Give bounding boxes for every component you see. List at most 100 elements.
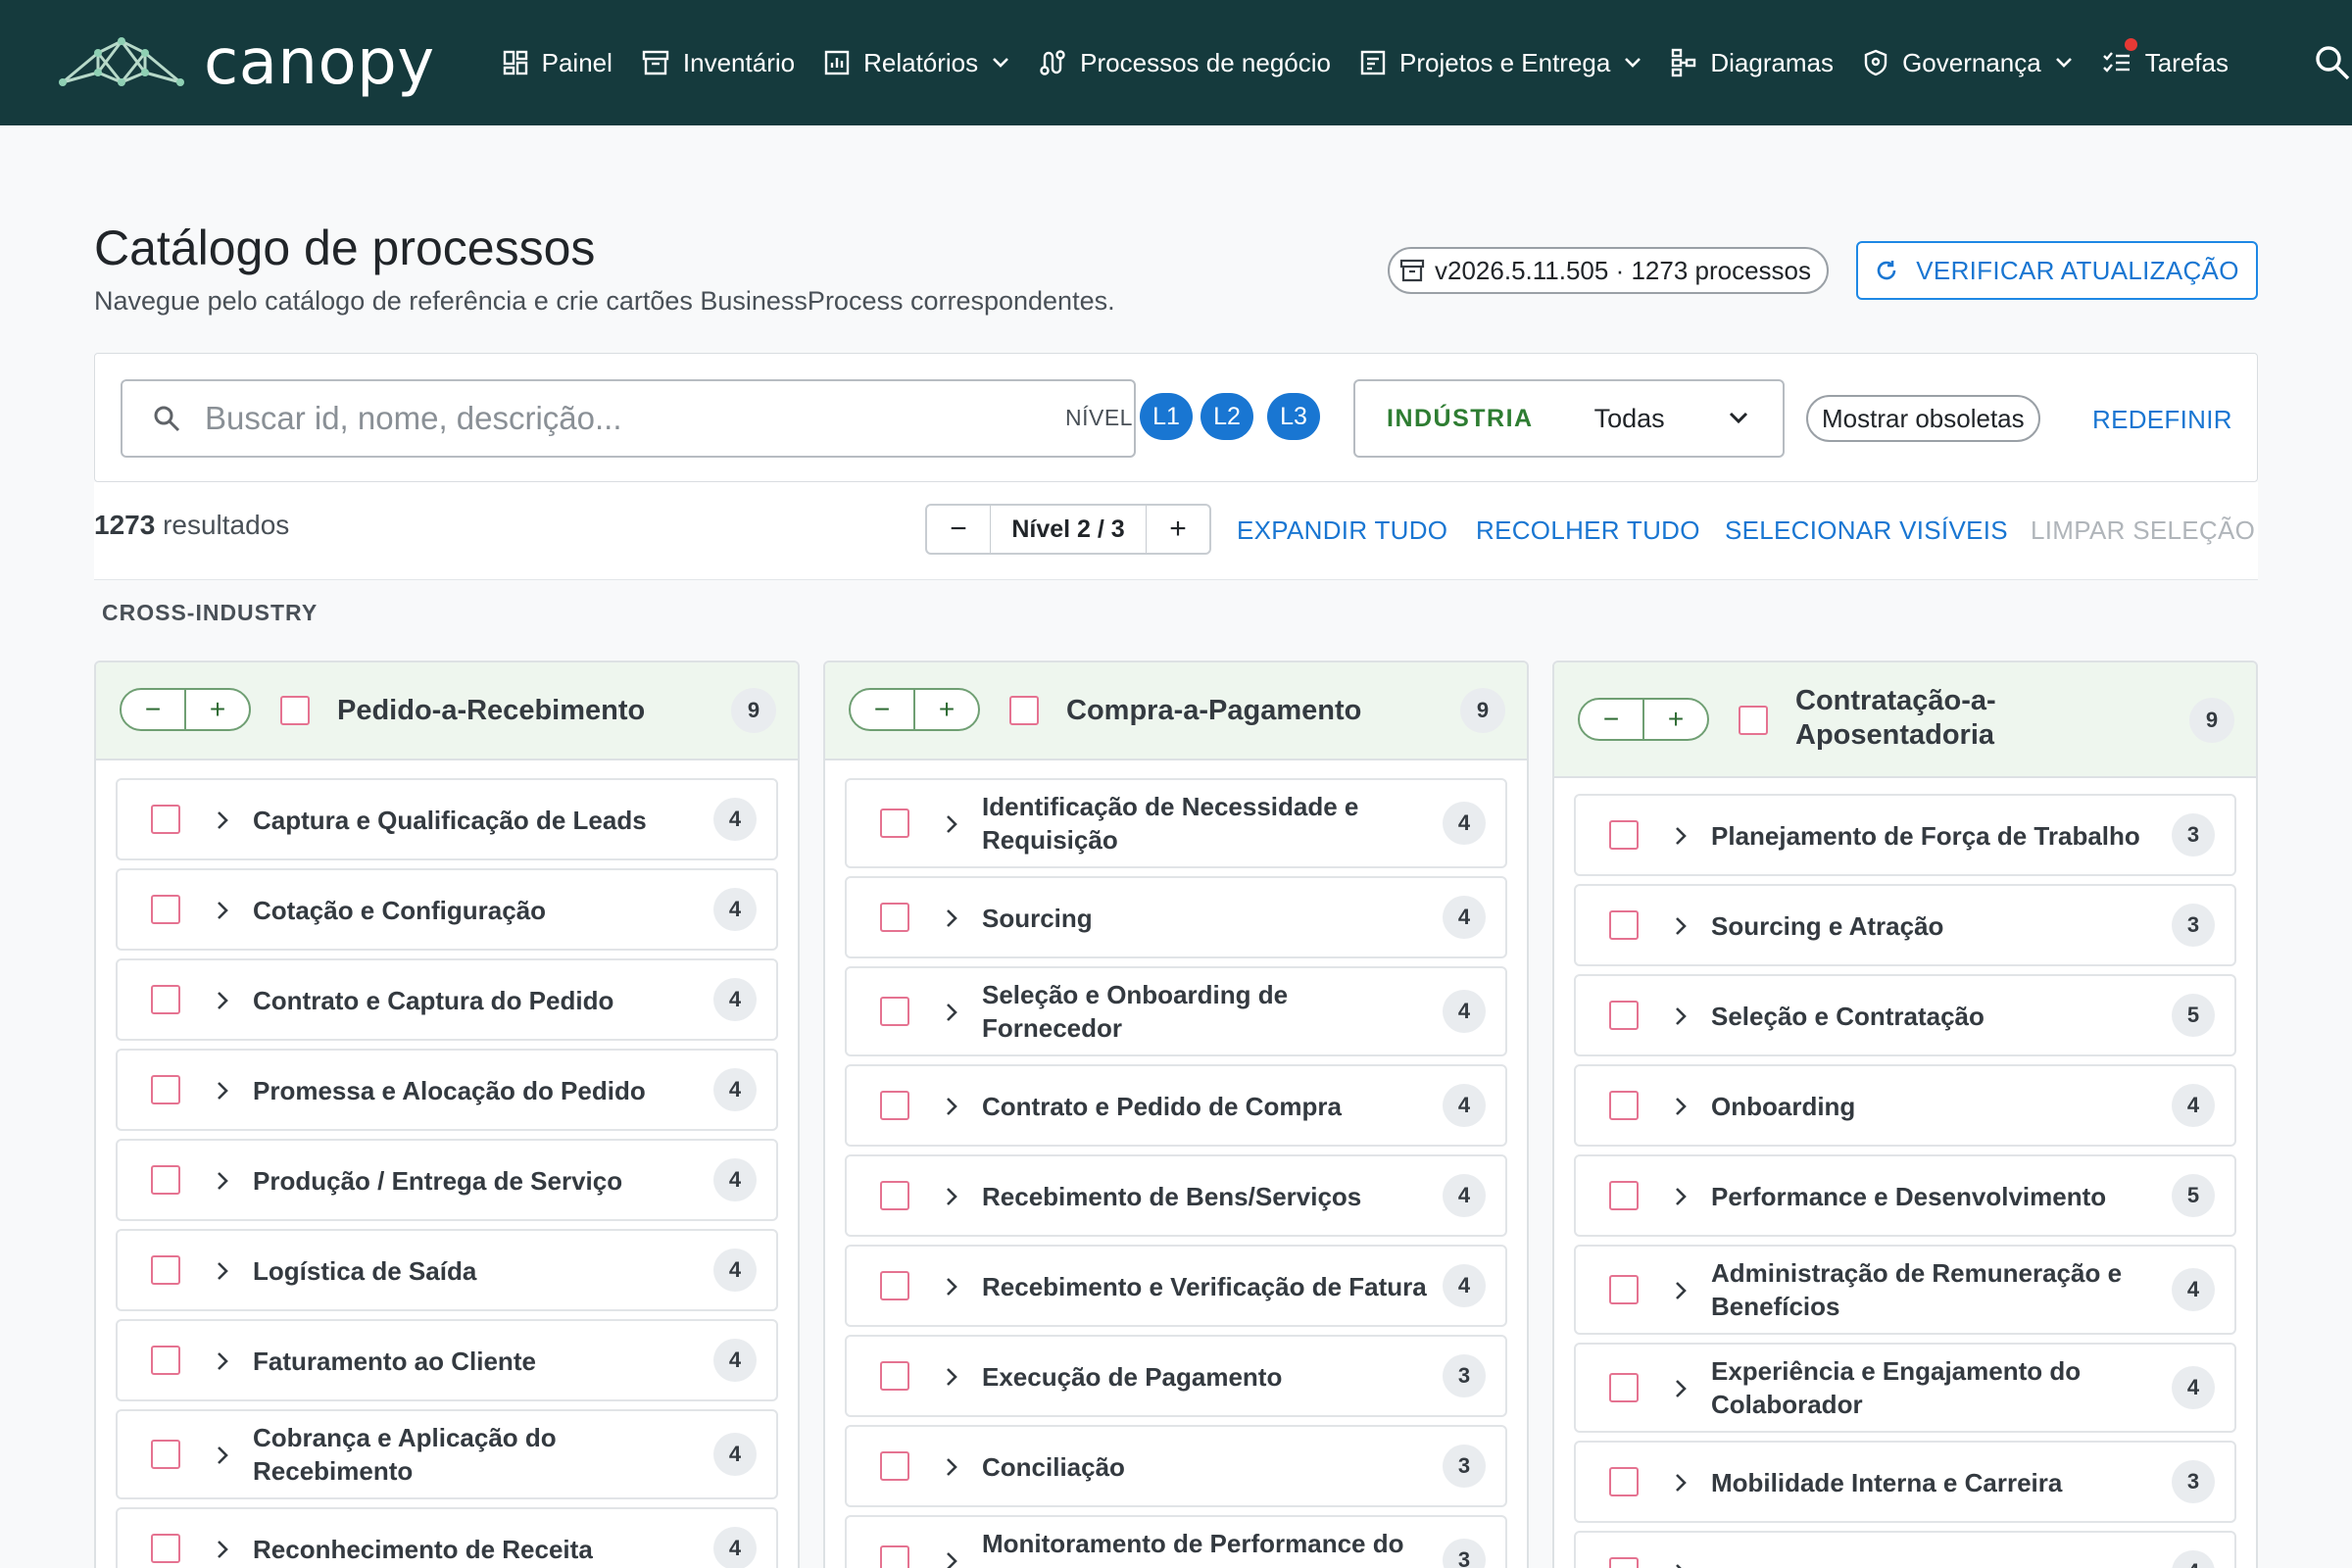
clear-selection-button[interactable]: LIMPAR SELEÇÃO [2031,515,2255,546]
chevron-right-icon[interactable] [216,1260,229,1282]
chevron-right-icon[interactable] [945,907,958,929]
column-checkbox[interactable] [280,696,310,725]
process-item[interactable]: Seleção e Contratação 5 [1574,974,2236,1056]
item-checkbox[interactable] [1609,1557,1639,1568]
chevron-right-icon[interactable] [945,1096,958,1117]
item-checkbox[interactable] [151,1440,180,1469]
chevron-right-icon[interactable] [1674,1096,1688,1117]
item-checkbox[interactable] [880,808,909,838]
search-input[interactable] [205,400,1087,437]
expand-button[interactable]: + [913,690,978,729]
process-item[interactable]: Planejamento de Força de Trabalho 3 [1574,794,2236,876]
process-item[interactable]: Contrato e Pedido de Compra 4 [845,1064,1507,1147]
reset-button[interactable]: REDEFINIR [2092,405,2232,435]
item-checkbox[interactable] [1609,1275,1639,1304]
process-item[interactable]: Mobilidade Interna e Carreira 3 [1574,1441,2236,1523]
chevron-right-icon[interactable] [1674,825,1688,847]
level-chip-l2[interactable]: L2 [1200,393,1253,440]
chevron-right-icon[interactable] [216,900,229,921]
level-increase-button[interactable]: + [1147,506,1209,553]
item-checkbox[interactable] [880,1451,909,1481]
process-item[interactable]: Execução de Pagamento 3 [845,1335,1507,1417]
item-checkbox[interactable] [880,1271,909,1300]
item-checkbox[interactable] [1609,820,1639,850]
collapse-button[interactable]: − [1580,700,1642,739]
column-checkbox[interactable] [1739,706,1768,735]
item-checkbox[interactable] [151,895,180,924]
process-item[interactable]: Conciliação 3 [845,1425,1507,1507]
item-checkbox[interactable] [880,1181,909,1210]
industry-select[interactable]: INDÚSTRIA Todas [1353,379,1785,458]
process-item[interactable]: 4 [1574,1531,2236,1568]
select-visible-button[interactable]: SELECIONAR VISÍVEIS [1725,515,2008,546]
item-checkbox[interactable] [880,1545,909,1568]
nav-item-diagramas[interactable]: Diagramas [1656,0,1848,125]
item-checkbox[interactable] [151,1534,180,1563]
chevron-right-icon[interactable] [216,1170,229,1192]
chevron-right-icon[interactable] [1674,1472,1688,1494]
chevron-right-icon[interactable] [216,1445,229,1466]
item-checkbox[interactable] [1609,1001,1639,1030]
chevron-right-icon[interactable] [945,1002,958,1023]
chevron-right-icon[interactable] [945,1366,958,1388]
process-item[interactable]: Cotação e Configuração 4 [116,868,778,951]
chevron-right-icon[interactable] [1674,1186,1688,1207]
chevron-right-icon[interactable] [1674,1562,1688,1568]
item-checkbox[interactable] [151,1346,180,1375]
expand-button[interactable]: + [184,690,249,729]
item-checkbox[interactable] [1609,1091,1639,1120]
chevron-right-icon[interactable] [1674,1378,1688,1399]
expand-button[interactable]: + [1642,700,1707,739]
process-item[interactable]: Identificação de Necessidade e Requisiçã… [845,778,1507,868]
nav-item-tarefas[interactable]: Tarefas [2087,0,2243,125]
level-chip-l3[interactable]: L3 [1267,393,1320,440]
item-checkbox[interactable] [1609,1373,1639,1402]
chevron-right-icon[interactable] [945,1456,958,1478]
process-item[interactable]: Sourcing 4 [845,876,1507,958]
item-checkbox[interactable] [151,1165,180,1195]
nav-item-governanca[interactable]: Governança [1848,0,2087,125]
collapse-button[interactable]: − [851,690,913,729]
column-checkbox[interactable] [1009,696,1039,725]
search-icon[interactable] [2313,43,2352,82]
chevron-right-icon[interactable] [945,1276,958,1298]
item-checkbox[interactable] [1609,1467,1639,1496]
nav-item-painel[interactable]: Painel [488,0,627,125]
process-item[interactable]: Captura e Qualificação de Leads 4 [116,778,778,860]
process-item[interactable]: Produção / Entrega de Serviço 4 [116,1139,778,1221]
chevron-right-icon[interactable] [1674,1280,1688,1301]
process-item[interactable]: Cobrança e Aplicação do Recebimento 4 [116,1409,778,1499]
process-item[interactable]: Performance e Desenvolvimento 5 [1574,1154,2236,1237]
chevron-right-icon[interactable] [216,1350,229,1372]
nav-item-projetos[interactable]: Projetos e Entrega [1346,0,1656,125]
item-checkbox[interactable] [880,1361,909,1391]
item-checkbox[interactable] [880,903,909,932]
expand-all-button[interactable]: EXPANDIR TUDO [1237,515,1447,546]
chevron-right-icon[interactable] [945,1550,958,1568]
chevron-right-icon[interactable] [216,990,229,1011]
process-item[interactable]: Recebimento de Bens/Serviços 4 [845,1154,1507,1237]
nav-item-processos[interactable]: Processos de negócio [1024,0,1346,125]
level-chip-l1[interactable]: L1 [1140,393,1193,440]
check-update-button[interactable]: VERIFICAR ATUALIZAÇÃO [1856,241,2258,300]
process-item[interactable]: Sourcing e Atração 3 [1574,884,2236,966]
process-item[interactable]: Monitoramento de Performance do 3 [845,1515,1507,1568]
item-checkbox[interactable] [151,1075,180,1104]
process-item[interactable]: Contrato e Captura do Pedido 4 [116,958,778,1041]
item-checkbox[interactable] [1609,1181,1639,1210]
chevron-right-icon[interactable] [945,813,958,835]
process-item[interactable]: Faturamento ao Cliente 4 [116,1319,778,1401]
brand[interactable]: canopy [59,26,435,99]
process-item[interactable]: Promessa e Alocação do Pedido 4 [116,1049,778,1131]
process-item[interactable]: Experiência e Engajamento do Colaborador… [1574,1343,2236,1433]
level-decrease-button[interactable]: − [927,506,990,553]
process-item[interactable]: Seleção e Onboarding de Fornecedor 4 [845,966,1507,1056]
chevron-right-icon[interactable] [945,1186,958,1207]
process-item[interactable]: Onboarding 4 [1574,1064,2236,1147]
process-item[interactable]: Reconhecimento de Receita 4 [116,1507,778,1568]
show-obsolete-toggle[interactable]: Mostrar obsoletas [1806,395,2040,442]
item-checkbox[interactable] [1609,910,1639,940]
item-checkbox[interactable] [151,1255,180,1285]
item-checkbox[interactable] [151,985,180,1014]
nav-item-relatorios[interactable]: Relatórios [809,0,1024,125]
